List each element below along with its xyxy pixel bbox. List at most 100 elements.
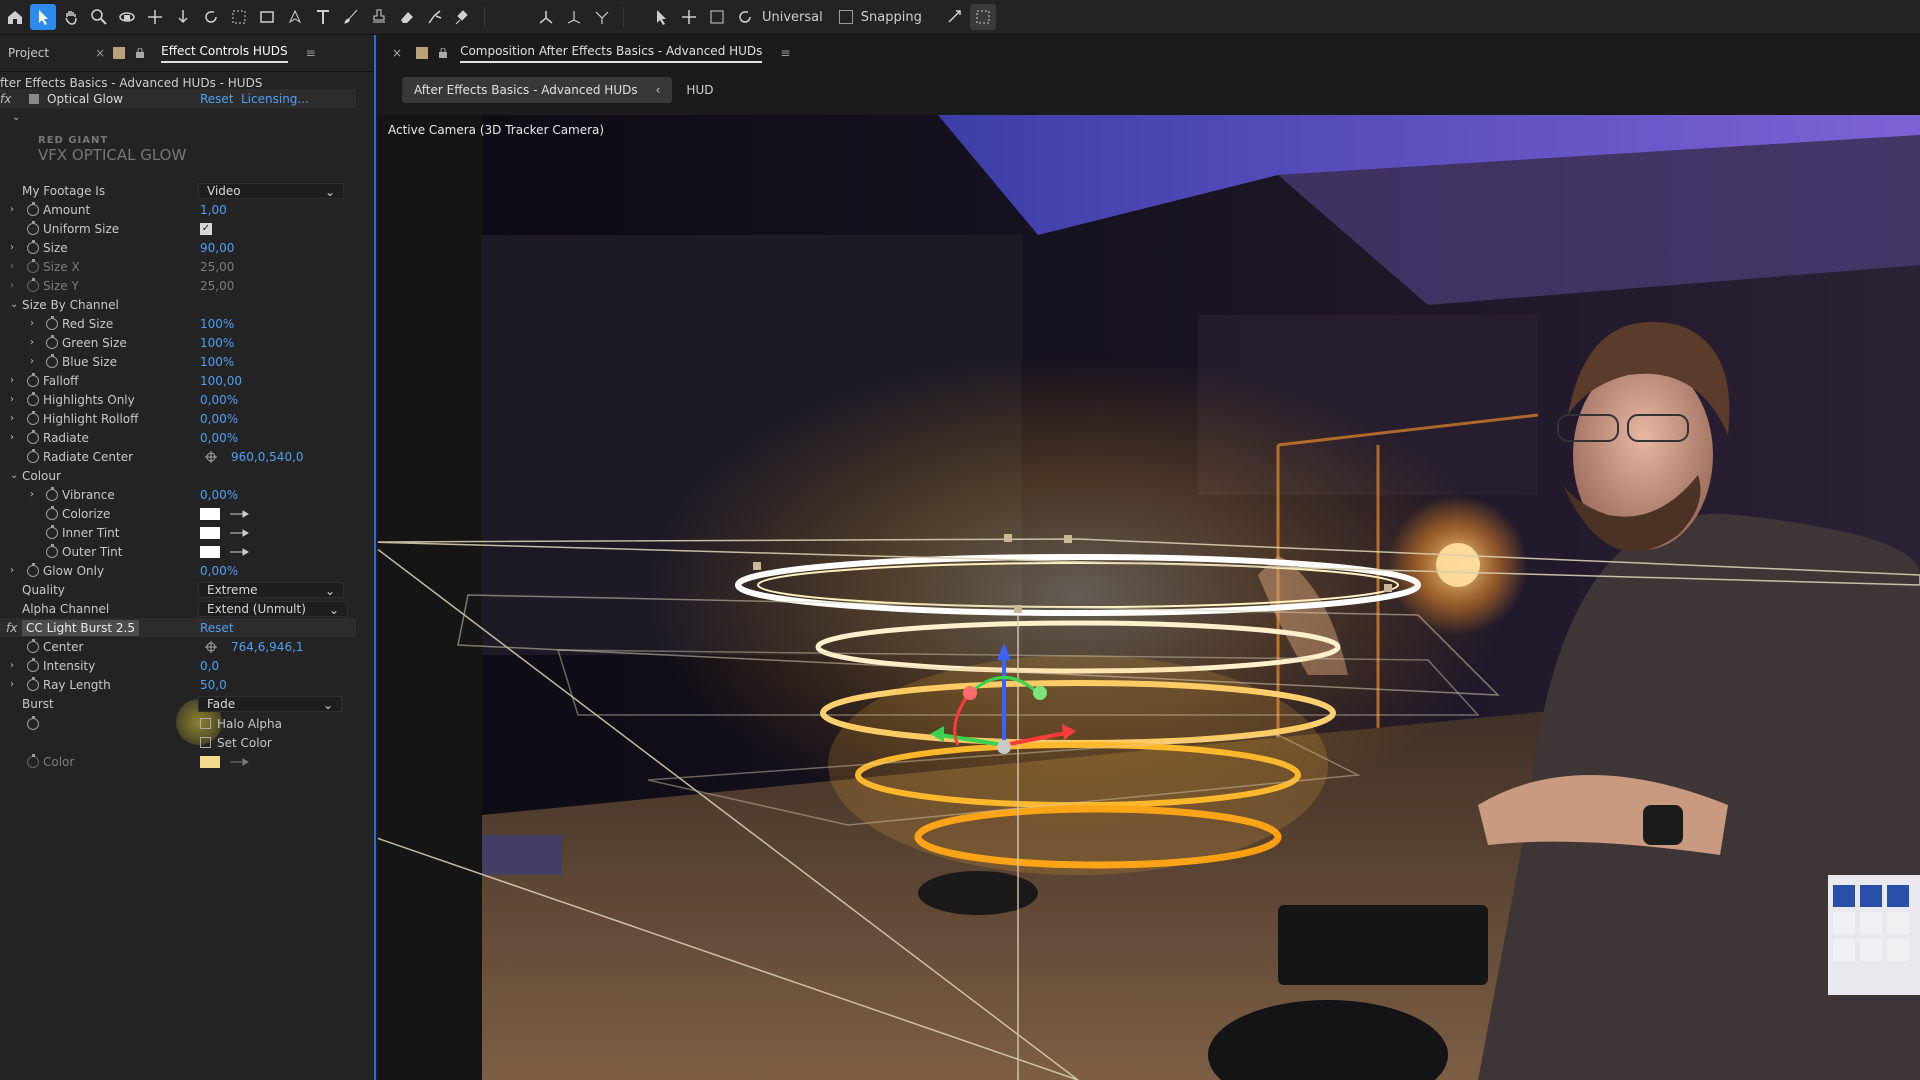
snapping-checkbox[interactable] [838,10,853,24]
rotate-gizmo-icon[interactable] [732,4,758,30]
tab-project-label[interactable]: Project [8,46,49,60]
stopwatch-icon[interactable] [27,715,45,730]
chevron-right-icon[interactable]: › [30,356,40,367]
close-icon[interactable]: × [392,46,402,60]
footage-dropdown[interactable]: Video ⌄ [198,182,344,199]
group-size-by-channel[interactable]: ⌄ Size By Channel [0,295,358,314]
chevron-right-icon[interactable]: › [10,565,20,576]
prop-value[interactable]: 50,0 [200,678,227,692]
reset-link[interactable]: Reset [200,621,234,635]
chevron-right-icon[interactable]: › [30,318,40,329]
quality-dropdown[interactable]: Extreme ⌄ [198,581,344,598]
tab-project[interactable]: Project × [0,35,113,71]
uniform-size-checkbox[interactable]: ✓ [200,222,212,235]
prop-value[interactable]: 0,0 [200,659,219,673]
type-tool-icon[interactable] [310,4,336,30]
chevron-right-icon[interactable]: › [10,375,20,386]
color-swatch[interactable] [200,545,228,558]
prop-value[interactable]: 764,6,946,1 [231,640,304,654]
prop-value[interactable]: 0,00% [200,431,238,445]
eyedropper-icon[interactable] [229,757,249,766]
dolly-camera-icon[interactable] [170,4,196,30]
chevron-right-icon[interactable]: › [10,394,20,405]
eyedropper-icon[interactable] [229,528,249,537]
puppet-pin-icon[interactable] [450,4,476,30]
alpha-dropdown[interactable]: Extend (Unmult) ⌄ [198,600,348,617]
roto-toggle-icon[interactable] [969,4,996,30]
licensing-link[interactable]: Licensing... [241,92,309,106]
chevron-right-icon[interactable]: › [10,261,20,272]
brush-tool-icon[interactable] [338,4,364,30]
chevron-right-icon[interactable]: › [10,413,20,424]
prop-value[interactable]: 100% [200,355,234,369]
clone-stamp-icon[interactable] [366,4,392,30]
pan-camera-icon[interactable] [142,4,168,30]
comp-breadcrumb-label[interactable]: After Effects Basics - Advanced HUDs [414,83,638,97]
chevron-right-icon[interactable]: › [10,660,20,671]
tab-effect-controls[interactable]: Effect Controls HUDS [153,35,295,71]
effect-header-light-burst[interactable]: fx CC Light Burst 2.5 Reset [0,618,356,637]
composition-tab-label[interactable]: Composition After Effects Basics - Advan… [460,44,763,63]
eraser-tool-icon[interactable] [394,4,420,30]
halo-alpha-checkbox[interactable] [200,718,217,729]
burst-dropdown[interactable]: Fade ⌄ [198,695,342,712]
comp-breadcrumb-active[interactable]: After Effects Basics - Advanced HUDs ‹ [402,77,673,103]
set-color-checkbox[interactable] [200,737,217,748]
home-icon[interactable] [2,4,28,30]
fx-icon[interactable]: fx [0,92,16,106]
prop-value[interactable]: 90,00 [200,241,234,255]
comp-breadcrumb-hud[interactable]: HUD [686,83,713,97]
chevron-right-icon[interactable]: › [10,242,20,253]
chevron-right-icon[interactable]: › [10,679,20,690]
rotation-tool-icon[interactable] [198,4,224,30]
chevron-right-icon[interactable]: › [10,432,20,443]
chevron-right-icon[interactable]: › [30,489,40,500]
local-axis-icon[interactable] [533,4,559,30]
eyedropper-icon[interactable] [229,509,249,518]
prop-value[interactable]: 960,0,540,0 [231,450,304,464]
crosshair-icon[interactable] [204,450,218,464]
prop-value[interactable]: 100,00 [200,374,242,388]
effect-name[interactable]: CC Light Burst 2.5 [22,619,139,636]
color-swatch[interactable] [200,507,228,520]
effect-header-optical-glow[interactable]: fx Optical Glow Reset Licensing... [0,89,356,108]
prop-value[interactable]: 100% [200,317,234,331]
prop-value[interactable]: 0,00% [200,564,238,578]
lock-icon[interactable] [438,48,448,58]
chevron-down-icon[interactable]: ⌄ [10,299,20,310]
effect-name[interactable]: Optical Glow [47,92,123,106]
close-icon[interactable]: × [95,46,105,60]
zoom-tool-icon[interactable] [86,4,112,30]
view-axis-icon[interactable] [589,4,615,30]
composition-viewer[interactable]: Active Camera (3D Tracker Camera) [378,115,1920,1080]
chevron-down-icon[interactable]: ⌄ [10,470,20,481]
cursor-icon[interactable] [648,4,674,30]
tab-effect-controls-label[interactable]: Effect Controls HUDS [161,44,288,63]
prop-value[interactable]: 0,00% [200,393,238,407]
scale-gizmo-icon[interactable] [704,4,730,30]
rectangle-tool-icon[interactable] [254,4,280,30]
hand-tool-icon[interactable] [58,4,84,30]
panel-menu-icon[interactable]: ≡ [780,46,790,60]
chevron-left-icon[interactable]: ‹ [656,83,661,97]
move-gizmo-icon[interactable] [676,4,702,30]
color-swatch[interactable] [200,526,228,539]
orbit-camera-icon[interactable] [114,4,140,30]
lock-icon[interactable] [135,48,145,58]
eyedropper-icon[interactable] [229,547,249,556]
crosshair-icon[interactable] [204,640,218,654]
selection-tool-icon[interactable] [30,4,56,30]
fx-icon[interactable]: fx [6,621,22,635]
pan-behind-icon[interactable] [226,4,252,30]
pen-tool-icon[interactable] [282,4,308,30]
color-swatch[interactable] [200,755,228,768]
universal-mode-label[interactable]: Universal [762,10,823,25]
prop-value[interactable]: 100% [200,336,234,350]
chevron-right-icon[interactable]: › [10,280,20,291]
panel-menu-icon[interactable]: ≡ [306,46,316,60]
snapping-label[interactable]: Snapping [861,10,922,25]
prop-value[interactable]: 0,00% [200,488,238,502]
chevron-right-icon[interactable]: › [30,337,40,348]
roto-brush-icon[interactable] [422,4,448,30]
chevron-down-icon[interactable]: ⌄ [12,112,22,123]
